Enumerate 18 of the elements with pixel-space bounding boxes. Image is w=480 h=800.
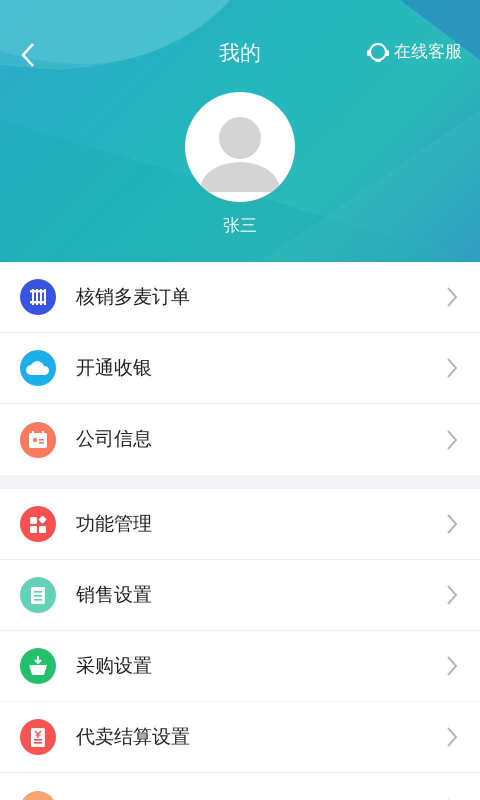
menu-item[interactable]: 公司信息 bbox=[0, 404, 480, 475]
user-name: 张三 bbox=[222, 215, 258, 238]
chevron-icon bbox=[446, 357, 458, 379]
menu-item[interactable]: 功能管理 bbox=[0, 489, 480, 560]
menu-item[interactable]: 开通收银 bbox=[0, 333, 480, 404]
chevron-icon bbox=[446, 286, 458, 308]
chevron-icon bbox=[446, 513, 458, 535]
chevron-icon bbox=[446, 726, 458, 748]
headset-icon bbox=[366, 42, 390, 64]
chevron-icon bbox=[446, 655, 458, 677]
menu-item[interactable]: 核销多麦订单 bbox=[0, 262, 480, 333]
back-icon bbox=[21, 42, 35, 68]
menu-item[interactable]: 采购设置 bbox=[0, 631, 480, 702]
menu-item[interactable]: 销售设置 bbox=[0, 560, 480, 631]
menu-item[interactable]: 代卖结算设置 bbox=[0, 702, 480, 773]
chevron-icon bbox=[446, 584, 458, 606]
chevron-icon bbox=[446, 428, 458, 450]
page-title: 我的 bbox=[219, 40, 261, 67]
